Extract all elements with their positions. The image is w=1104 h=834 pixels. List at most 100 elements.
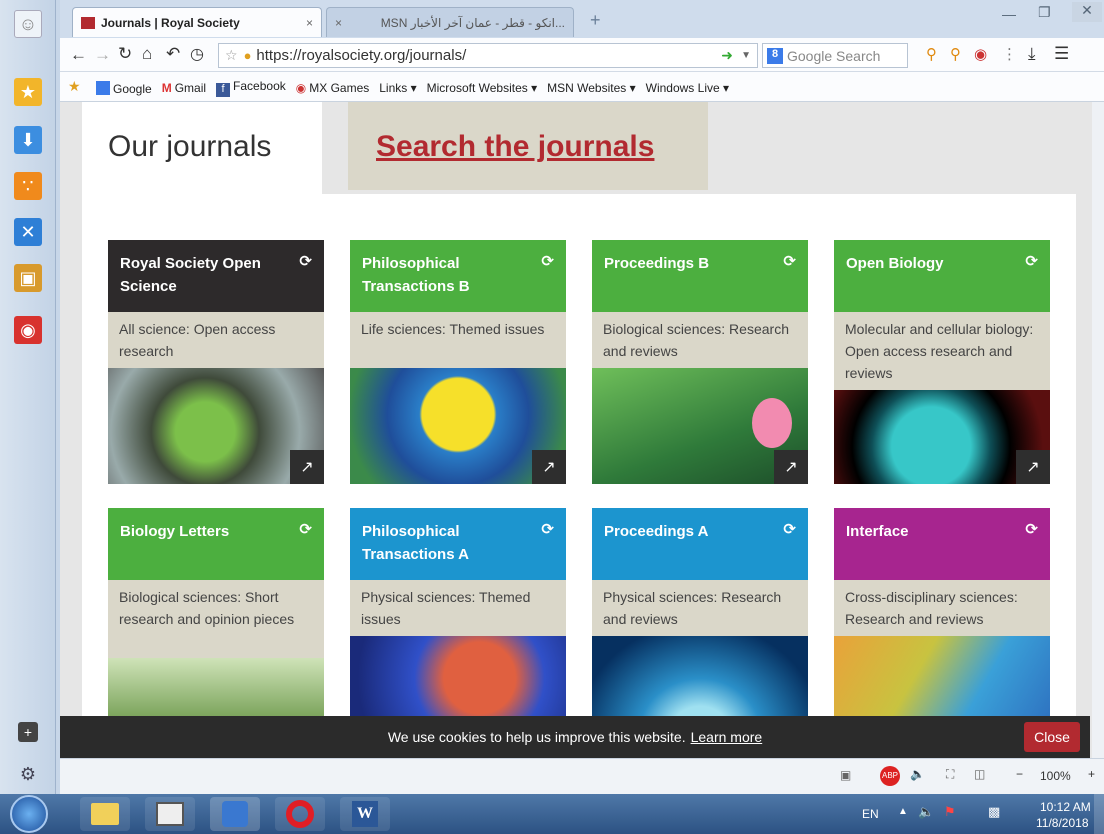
maxthon-icon[interactable] xyxy=(210,797,260,831)
reload-icon[interactable]: ↻ xyxy=(118,44,132,64)
download-toolbar-icon[interactable]: ⤓ xyxy=(1028,44,1036,64)
search-input[interactable]: Google Search xyxy=(787,48,880,64)
tab-label: Journals | Royal Society xyxy=(101,15,240,30)
page-icon[interactable]: ▣ xyxy=(840,768,851,782)
tools-icon[interactable]: ✕ xyxy=(14,218,42,246)
split-icon[interactable]: ◫ xyxy=(974,767,985,781)
download-icon[interactable]: ⬇ xyxy=(14,126,42,154)
lock-icon: ● xyxy=(243,48,252,63)
external-link-icon[interactable]: ↗ xyxy=(774,450,808,484)
forward-icon[interactable]: → xyxy=(94,45,111,65)
games-toolbar-icon[interactable]: ◉ xyxy=(974,45,987,63)
home-icon[interactable]: ⌂ xyxy=(142,44,152,64)
clock-time[interactable]: 10:12 AM xyxy=(1040,800,1091,814)
bookmark-google[interactable]: Google xyxy=(96,80,152,96)
swap-icon[interactable]: ⟳ xyxy=(1025,250,1038,273)
fullscreen-icon[interactable]: ⛶ xyxy=(946,767,954,782)
google-icon[interactable]: 8 xyxy=(767,47,783,64)
swap-icon[interactable]: ⟳ xyxy=(299,518,312,541)
journal-description: Molecular and cellular biology: Open acc… xyxy=(834,312,1050,390)
journal-card[interactable]: Proceedings B ⟳ Biological sciences: Res… xyxy=(592,240,808,484)
menu-icon[interactable]: ☰ xyxy=(1054,44,1069,64)
find-icon[interactable]: ⚲ xyxy=(950,45,961,63)
journal-title-bar: Philosophical Transactions A ⟳ xyxy=(350,508,566,580)
tab-msn[interactable]: ...انكو - قطر - عمان آخر الأخبار MSN × xyxy=(326,7,574,37)
tray-arrow-icon[interactable]: ▲ xyxy=(898,806,908,817)
swap-icon[interactable]: ⟳ xyxy=(299,250,312,273)
volume-icon[interactable]: 🔈 xyxy=(910,767,925,781)
star-icon[interactable]: ☆ xyxy=(225,47,238,64)
show-desktop-button[interactable] xyxy=(1094,794,1104,834)
bookmark-links[interactable]: Links ▾ xyxy=(379,81,416,95)
notes-icon[interactable]: ▣ xyxy=(14,264,42,292)
add-icon[interactable]: + xyxy=(18,722,38,742)
restore-icon[interactable]: ❐ xyxy=(1038,4,1051,21)
learn-more-link[interactable]: Learn more xyxy=(691,729,763,745)
close-window-icon[interactable]: ✕ xyxy=(1072,2,1102,22)
zoom-out-icon[interactable]: − xyxy=(1016,767,1023,781)
extension-icon[interactable]: ➜ xyxy=(721,47,733,64)
close-cookie-button[interactable]: Close xyxy=(1024,722,1080,752)
bookmark-windows-live[interactable]: Windows Live ▾ xyxy=(646,81,729,95)
page-viewport: Our journals Search the journals Royal S… xyxy=(60,102,1104,758)
explorer-icon[interactable] xyxy=(80,797,130,831)
bookmark-msn[interactable]: MSN Websites ▾ xyxy=(547,81,636,95)
address-bar[interactable]: ☆ ● https://royalsociety.org/journals/ ➜… xyxy=(218,43,758,68)
journal-card[interactable]: Open Biology ⟳ Molecular and cellular bi… xyxy=(834,240,1050,484)
adblock-icon[interactable]: ABP xyxy=(880,766,900,786)
swap-icon[interactable]: ⟳ xyxy=(783,250,796,273)
search-box[interactable]: 8 Google Search xyxy=(762,43,908,68)
history-icon[interactable]: ◷ xyxy=(190,44,204,64)
external-link-icon[interactable]: ↗ xyxy=(532,450,566,484)
journal-card[interactable]: Philosophical Transactions B ⟳ Life scie… xyxy=(350,240,566,484)
journal-description: Biological sciences: Research and review… xyxy=(592,312,808,368)
close-tab-icon[interactable]: × xyxy=(306,16,313,30)
close-tab-icon[interactable]: × xyxy=(335,16,342,30)
word-icon[interactable]: W xyxy=(340,797,390,831)
search-journals-link[interactable]: Search the journals xyxy=(376,130,654,163)
bookmark-mxgames[interactable]: ◉ MX Games xyxy=(296,81,370,95)
bookmark-gmail[interactable]: M Gmail xyxy=(162,81,206,95)
zoom-in-icon[interactable]: + xyxy=(1088,767,1095,781)
mouse-icon[interactable]: ⋮ xyxy=(1002,45,1017,63)
swap-icon[interactable]: ⟳ xyxy=(1025,518,1038,541)
undo-icon[interactable]: ↶ xyxy=(166,44,180,64)
network-icon[interactable]: ▩ xyxy=(988,804,1000,820)
rss-icon[interactable]: ∵ xyxy=(14,172,42,200)
flag-icon[interactable]: ⚑ xyxy=(944,804,956,820)
minimize-icon[interactable]: — xyxy=(1002,6,1016,22)
cookie-text: We use cookies to help us improve this w… xyxy=(387,729,686,745)
clock-date[interactable]: 11/8/2018 xyxy=(1036,816,1089,830)
settings-icon[interactable]: ⚙ xyxy=(14,760,42,788)
dropdown-icon[interactable]: ▼ xyxy=(741,50,751,61)
tab-journals[interactable]: Journals | Royal Society × xyxy=(72,7,322,37)
speaker-icon[interactable]: 🔈 xyxy=(918,804,934,820)
bookmark-facebook[interactable]: f Facebook xyxy=(216,79,286,97)
start-button[interactable] xyxy=(10,795,48,833)
opera-icon[interactable] xyxy=(275,797,325,831)
favicon-icon xyxy=(81,16,95,29)
journal-title-bar: Proceedings B ⟳ xyxy=(592,240,808,312)
games-icon[interactable]: ◉ xyxy=(14,316,42,344)
tab-bar: Journals | Royal Society × ...انكو - قطر… xyxy=(60,0,1104,38)
swap-icon[interactable]: ⟳ xyxy=(541,250,554,273)
key-icon[interactable]: ⚲ xyxy=(926,45,937,63)
bookmark-microsoft[interactable]: Microsoft Websites ▾ xyxy=(427,81,538,95)
swap-icon[interactable]: ⟳ xyxy=(541,518,554,541)
scrollbar[interactable] xyxy=(1092,102,1104,758)
journal-card[interactable]: Royal Society Open Science ⟳ All science… xyxy=(108,240,324,484)
new-tab-icon[interactable]: + xyxy=(590,10,601,31)
tab-search-journals[interactable]: Search the journals xyxy=(348,102,708,190)
favorites-icon[interactable]: ★ xyxy=(14,78,42,106)
page-body: Our journals Search the journals Royal S… xyxy=(82,102,1076,758)
back-icon[interactable]: ← xyxy=(70,45,87,65)
smiley-icon[interactable]: ☺ xyxy=(14,10,42,38)
tab-our-journals[interactable]: Our journals xyxy=(82,102,322,194)
language-indicator[interactable]: EN xyxy=(862,807,879,821)
bookmark-star-icon[interactable]: ★ xyxy=(68,78,81,95)
external-link-icon[interactable]: ↗ xyxy=(1016,450,1050,484)
media-player-icon[interactable] xyxy=(145,797,195,831)
swap-icon[interactable]: ⟳ xyxy=(783,518,796,541)
external-link-icon[interactable]: ↗ xyxy=(290,450,324,484)
journal-title-bar: Biology Letters ⟳ xyxy=(108,508,324,580)
